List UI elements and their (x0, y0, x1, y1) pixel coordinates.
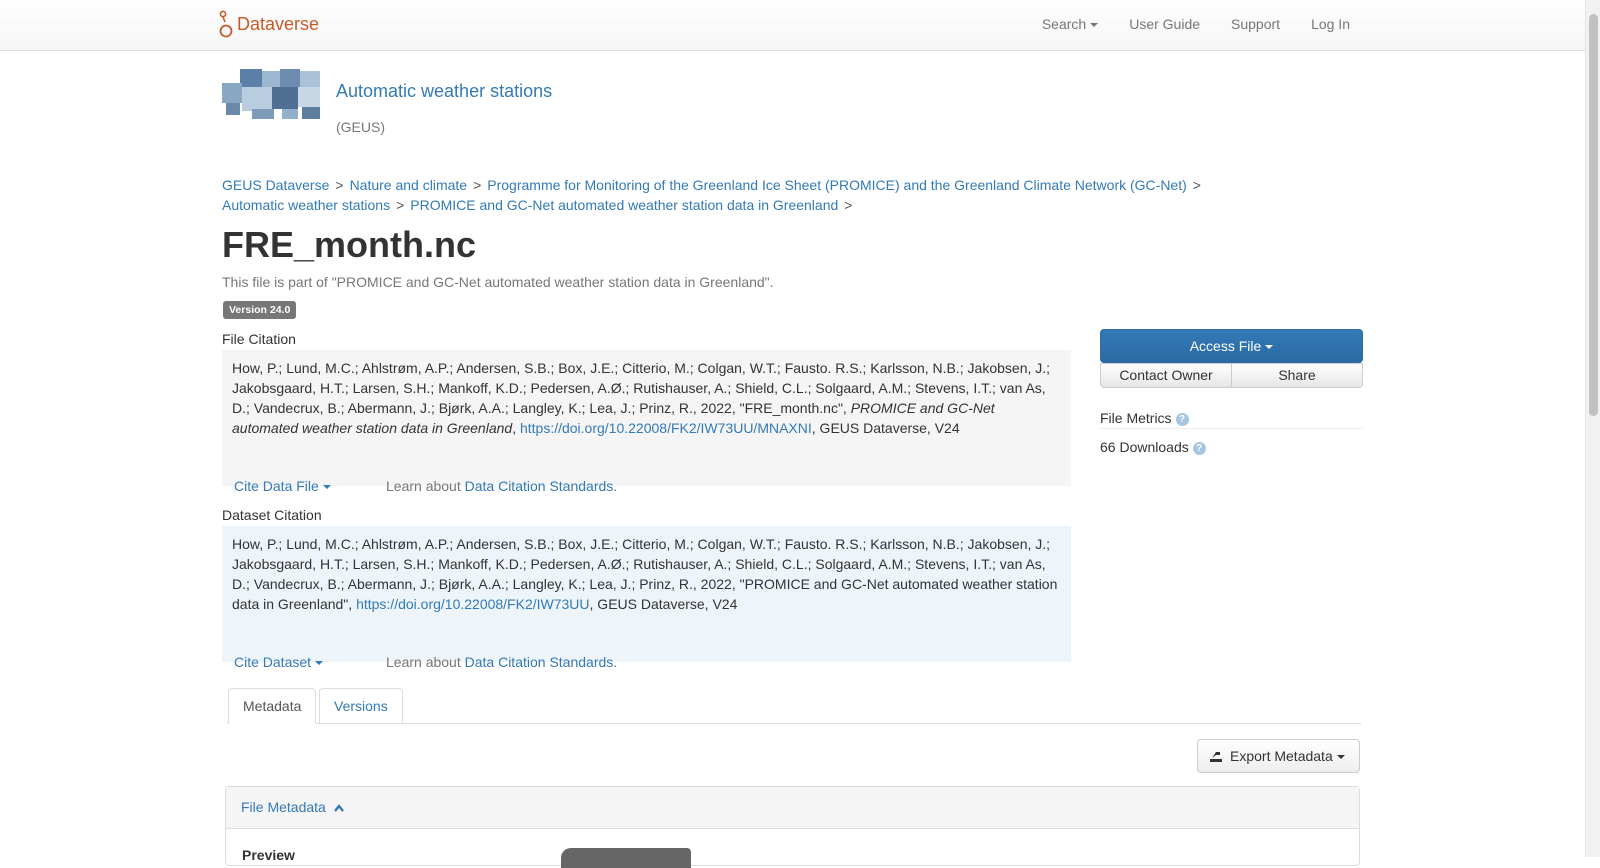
cite-data-file-label: Cite Data File (234, 478, 319, 494)
downloads-count: 66 Downloads? (1100, 439, 1206, 455)
nav-log-in[interactable]: Log In (1311, 16, 1350, 32)
nav-search-label: Search (1041, 16, 1087, 32)
file-doi-link[interactable]: https://doi.org/10.22008/FK2/IW73UU/MNAX… (520, 420, 812, 436)
dataverse-collage-logo[interactable] (222, 69, 322, 119)
caret-down-icon (1265, 345, 1274, 350)
tab-versions[interactable]: Versions (319, 688, 403, 724)
file-citation-suffix: , GEUS Dataverse, V24 (811, 420, 960, 436)
file-metrics-label: File Metrics (1100, 410, 1172, 426)
question-circle-icon[interactable]: ? (1175, 413, 1189, 426)
nav-search[interactable]: Search (1041, 16, 1099, 32)
dataset-citation-label: Dataset Citation (222, 507, 322, 523)
downloads-label: 66 Downloads (1100, 439, 1189, 455)
chevron-up-icon (333, 804, 344, 812)
data-citation-standards-link[interactable]: Data Citation Standards. (465, 654, 618, 670)
file-metrics-title: File Metrics? (1100, 410, 1189, 426)
cite-data-file-dropdown[interactable]: Cite Data File (234, 476, 331, 496)
metrics-divider (1100, 428, 1363, 429)
breadcrumb-separator: > (473, 177, 482, 193)
caret-down-icon (1336, 755, 1345, 760)
page-title: FRE_month.nc (222, 224, 477, 265)
breadcrumb-geus-dataverse[interactable]: GEUS Dataverse (222, 177, 329, 193)
caret-down-icon (315, 661, 324, 666)
nav-menu: Search User Guide Support Log In (1011, 16, 1350, 32)
access-file-button[interactable]: Access File (1100, 329, 1363, 363)
file-part-of-note: This file is part of "PROMICE and GC-Net… (222, 274, 774, 290)
breadcrumb-dataset[interactable]: PROMICE and GC-Net automated weather sta… (410, 197, 838, 213)
learn-prefix: Learn about (386, 654, 465, 670)
dataverse-affiliation: (GEUS) (336, 119, 385, 135)
file-citation-separator: , (512, 420, 520, 436)
breadcrumb-separator: > (396, 197, 405, 213)
breadcrumb-separator: > (844, 197, 853, 213)
breadcrumb-separator: > (1192, 177, 1201, 193)
preview-label: Preview (242, 847, 295, 863)
top-navbar: Dataverse Search User Guide Support Log … (0, 0, 1585, 51)
dataset-citation-box: How, P.; Lund, M.C.; Ahlstrøm, A.P.; And… (222, 526, 1071, 670)
scrollbar-thumb[interactable] (1589, 14, 1598, 416)
tab-metadata[interactable]: Metadata (228, 688, 317, 724)
file-citation-label: File Citation (222, 331, 296, 347)
access-file-label: Access File (1189, 338, 1262, 354)
dataverse-logo-icon (219, 10, 233, 38)
file-metadata-panel: File Metadata Preview (225, 786, 1360, 868)
export-icon (1210, 752, 1222, 762)
breadcrumb-automatic-weather-stations[interactable]: Automatic weather stations (222, 197, 390, 213)
export-metadata-button[interactable]: Export Metadata (1197, 739, 1360, 773)
export-metadata-label: Export Metadata (1230, 748, 1333, 764)
version-badge: Version 24.0 (223, 301, 297, 319)
brand-name: Dataverse (237, 13, 320, 34)
learn-about-text: Learn about Data Citation Standards. (386, 476, 617, 496)
breadcrumb: GEUS Dataverse > Nature and climate > Progra… (222, 175, 1222, 215)
learn-about-text: Learn about Data Citation Standards. (386, 652, 617, 672)
page-scrollbar[interactable] (1585, 0, 1600, 857)
nav-user-guide[interactable]: User Guide (1129, 16, 1200, 32)
brand[interactable]: Dataverse (219, 9, 319, 39)
caret-down-icon (322, 485, 331, 490)
cite-dataset-dropdown[interactable]: Cite Dataset (234, 652, 324, 672)
data-citation-standards-link[interactable]: Data Citation Standards. (465, 478, 618, 494)
contact-owner-button[interactable]: Contact Owner (1100, 363, 1232, 388)
cite-dataset-label: Cite Dataset (234, 654, 312, 670)
breadcrumb-nature-and-climate[interactable]: Nature and climate (350, 177, 468, 193)
learn-prefix: Learn about (386, 478, 465, 494)
preview-thumbnail[interactable] (561, 848, 691, 868)
file-metadata-toggle[interactable]: File Metadata (226, 787, 1359, 829)
caret-down-icon (1090, 23, 1099, 28)
file-citation-box: How, P.; Lund, M.C.; Ahlstrøm, A.P.; And… (222, 350, 1071, 494)
dataset-doi-link[interactable]: https://doi.org/10.22008/FK2/IW73UU (356, 596, 589, 612)
dataset-citation-suffix: , GEUS Dataverse, V24 (589, 596, 738, 612)
breadcrumb-separator: > (335, 177, 344, 193)
breadcrumb-promice-programme[interactable]: Programme for Monitoring of the Greenlan… (487, 177, 1187, 193)
nav-support[interactable]: Support (1231, 16, 1280, 32)
share-button[interactable]: Share (1232, 363, 1363, 388)
file-actions-group: Contact Owner Share (1100, 363, 1363, 388)
file-metadata-heading: File Metadata (241, 799, 326, 815)
question-circle-icon[interactable]: ? (1192, 442, 1206, 455)
dataverse-title[interactable]: Automatic weather stations (336, 81, 552, 102)
